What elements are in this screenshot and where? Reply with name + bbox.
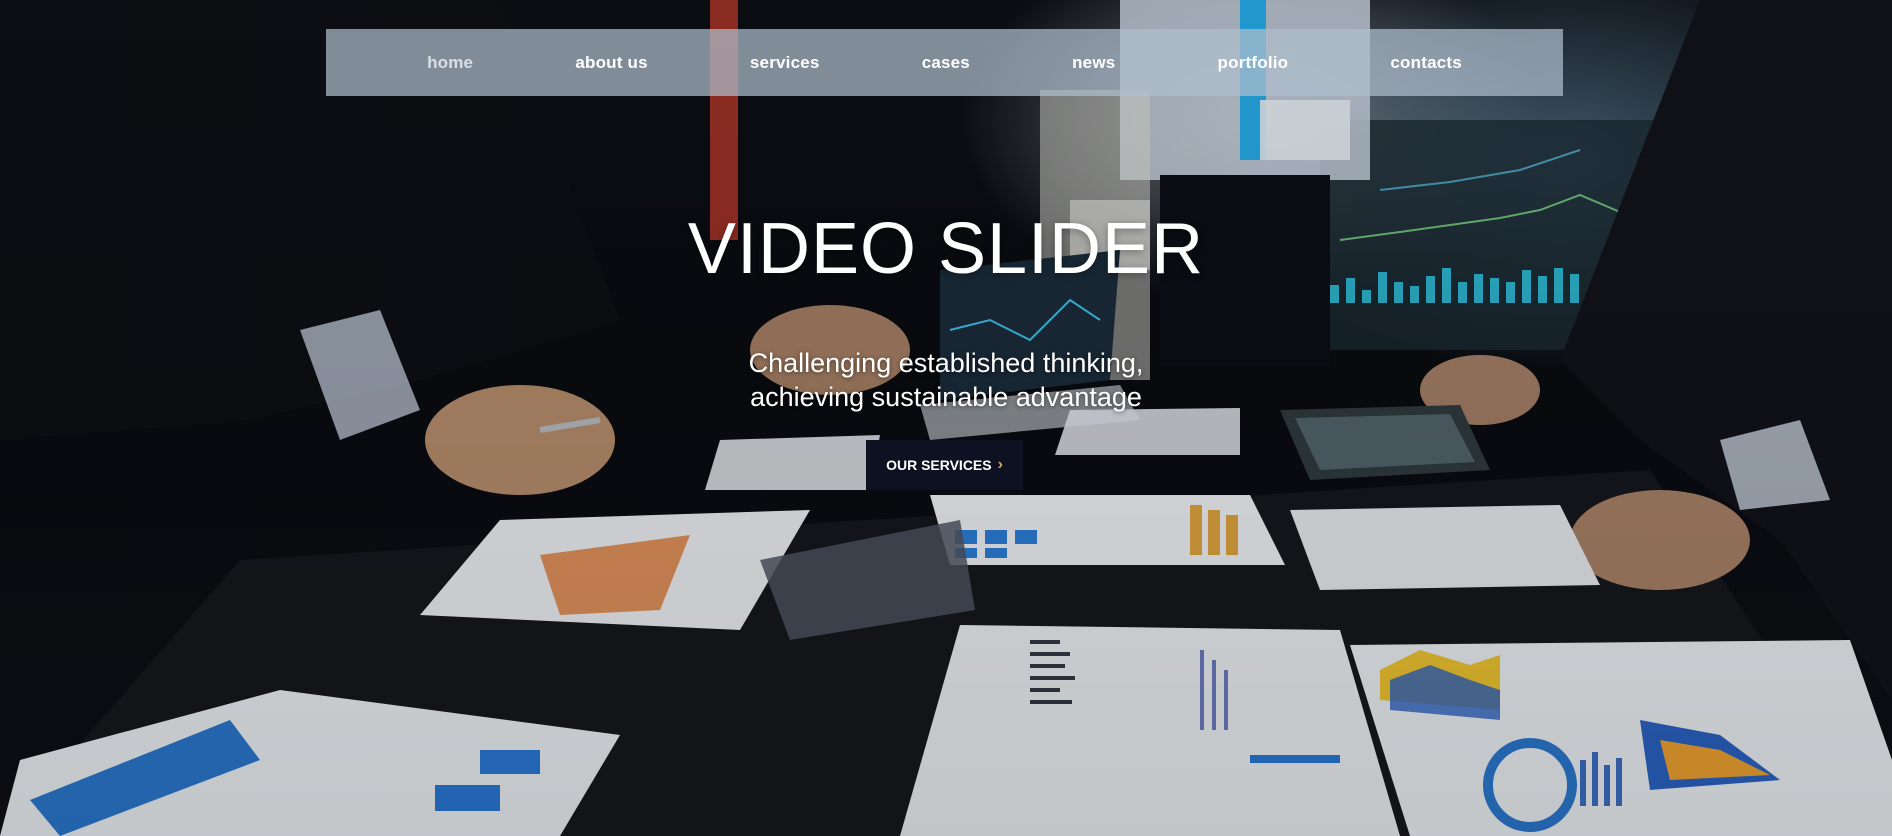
- nav-item-about-us[interactable]: about us: [575, 53, 647, 73]
- hero-subtitle-line-1: Challenging established thinking,: [748, 348, 1144, 378]
- nav-item-news[interactable]: news: [1072, 53, 1115, 73]
- hero-title: VIDEO SLIDER: [687, 209, 1205, 289]
- nav-item-home[interactable]: home: [427, 53, 473, 73]
- our-services-button[interactable]: OUR SERVICES ›: [866, 440, 1023, 490]
- nav-item-portfolio[interactable]: portfolio: [1218, 53, 1289, 73]
- chevron-right-icon: ›: [997, 456, 1003, 473]
- hero-subtitle: Challenging established thinking, achiev…: [0, 346, 1892, 414]
- nav-item-contacts[interactable]: contacts: [1390, 53, 1462, 73]
- our-services-label: OUR SERVICES: [886, 457, 992, 473]
- overlay-scrim: [0, 0, 1892, 836]
- nav-item-services[interactable]: services: [750, 53, 820, 73]
- hero-section: home about us services cases news portfo…: [0, 0, 1892, 836]
- hero-subtitle-line-2: achieving sustainable advantage: [750, 382, 1142, 412]
- main-nav: home about us services cases news portfo…: [326, 29, 1563, 96]
- nav-item-cases[interactable]: cases: [922, 53, 970, 73]
